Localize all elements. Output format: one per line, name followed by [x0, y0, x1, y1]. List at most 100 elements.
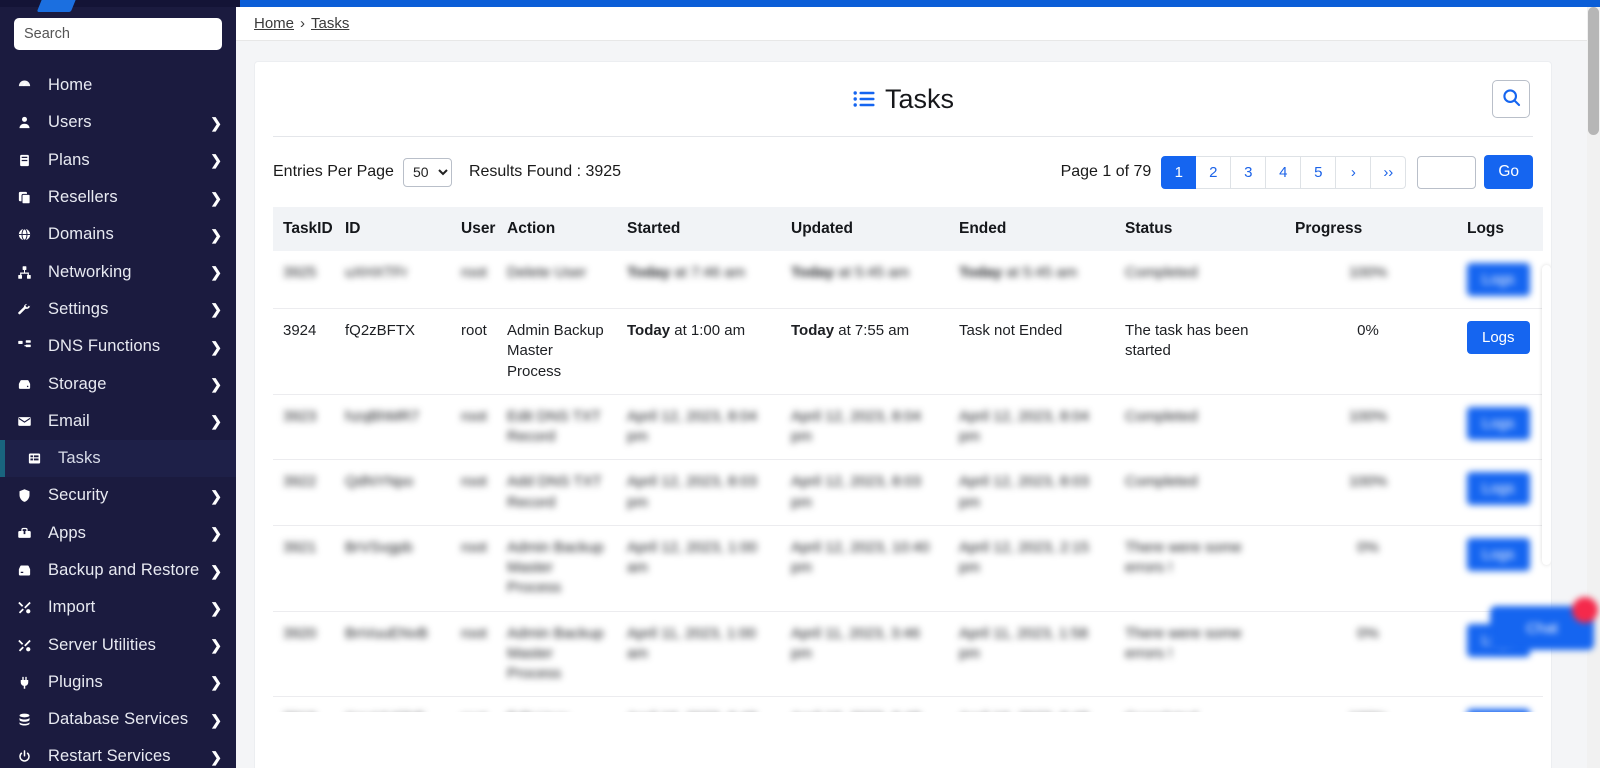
entries-per-page-select[interactable]: 102550100	[402, 157, 452, 187]
chevron-right-icon: ❯	[210, 376, 222, 393]
sidebar-item-home[interactable]: Home	[0, 67, 236, 104]
sidebar-item-plugins[interactable]: Plugins ❯	[0, 664, 236, 701]
sidebar-nav: Home Users ❯ Plans ❯ Resellers ❯ Domains ❯ Networ…	[0, 67, 236, 768]
breadcrumb-item-tasks[interactable]: Tasks	[311, 15, 349, 32]
cell-id: XqwVUObE	[335, 696, 451, 712]
card-header: Tasks	[255, 62, 1551, 136]
sidebar-item-users[interactable]: Users ❯	[0, 104, 236, 141]
sidebar-item-plans[interactable]: Plans ❯	[0, 142, 236, 179]
sidebar-item-label: DNS Functions	[48, 337, 161, 356]
chevron-right-icon: ❯	[210, 152, 222, 169]
sidebar-item-networking[interactable]: Networking ❯	[0, 253, 236, 290]
sidebar-item-backup-and-restore[interactable]: Backup and Restore ❯	[0, 552, 236, 589]
progress-percent: 100%	[1348, 264, 1388, 281]
cell-user: root	[451, 459, 497, 526]
chevron-right-icon: ❯	[210, 599, 222, 616]
table-row: 3925 uXHXTFr root Delete User Today at 7:46 …	[273, 251, 1543, 309]
sidebar-item-server-utilities[interactable]: Server Utilities ❯	[0, 626, 236, 663]
search-icon-button[interactable]	[1492, 80, 1530, 118]
sidebar-item-domains[interactable]: Domains ❯	[0, 216, 236, 253]
cell-updated: Today at 7:55 am	[781, 308, 949, 395]
table-row: 3921 BrVSvgpb root Admin Backup Master Proc…	[273, 524, 1543, 611]
cell-taskid: 3919	[273, 696, 335, 712]
pagination-page-1[interactable]: 1	[1161, 155, 1197, 189]
sidebar-item-resellers[interactable]: Resellers ❯	[0, 179, 236, 216]
chevron-right-icon: ❯	[210, 114, 222, 131]
cell-taskid: 3925	[283, 264, 317, 281]
cell-action: Admin Backup Master Process	[497, 524, 617, 611]
page-scrollbar[interactable]	[1587, 7, 1600, 768]
table-scrollbar-thumb[interactable]	[1542, 265, 1551, 565]
go-button[interactable]: Go	[1484, 155, 1533, 189]
sidebar-item-email[interactable]: Email ❯	[0, 403, 236, 440]
breadcrumb: Home › Tasks	[236, 7, 1587, 41]
updated-value: April 11, 2023, 3:46 pm	[791, 624, 920, 662]
sidebar-item-import[interactable]: Import ❯	[0, 589, 236, 626]
table-row: 3923 hzqBhMR7 root Edit DNS TXT Record April…	[273, 393, 1543, 460]
cell-updated: April 10, 2023, 6:48 pm	[781, 696, 949, 712]
pagination-page-next[interactable]: ›	[1336, 155, 1372, 189]
sidebar-item-storage[interactable]: Storage ❯	[0, 365, 236, 402]
logs-button[interactable]: Logs	[1467, 472, 1530, 506]
sidebar-item-label: Home	[48, 76, 93, 95]
pagination-page-5[interactable]: 5	[1301, 155, 1337, 189]
chevron-right-icon: ❯	[210, 711, 222, 728]
search-input[interactable]	[14, 18, 222, 50]
logs-button[interactable]: Logs	[1467, 406, 1530, 440]
logs-button[interactable]: Logs	[1467, 263, 1530, 296]
chevron-right-icon: ❯	[210, 413, 222, 430]
loading-bar-dark-segment	[0, 0, 240, 7]
cell-taskid: 3920	[273, 610, 335, 697]
dns-tree-icon	[17, 339, 39, 354]
pagination-page-2[interactable]: 2	[1196, 155, 1232, 189]
pagination-page-last[interactable]: ››	[1371, 155, 1407, 189]
cell-action: Add DNS TXT Record	[497, 459, 617, 526]
chevron-right-icon: ❯	[210, 264, 222, 281]
pagination-page-3[interactable]: 3	[1231, 155, 1267, 189]
progress-percent: 0%	[1357, 538, 1379, 556]
pagination: 1 2 3 4 5 › ››	[1161, 155, 1407, 189]
envelope-icon	[17, 414, 39, 429]
started-value: April 11, 2023, 1:00 am	[627, 624, 756, 662]
chat-widget[interactable]: Chat	[1490, 597, 1598, 650]
cell-progress: 100%	[1285, 459, 1457, 526]
sidebar-item-apps[interactable]: Apps ❯	[0, 515, 236, 552]
sidebar-item-restart-services[interactable]: Restart Services ❯	[0, 738, 236, 768]
cell-updated: April 12, 2023, 8:03 pm	[781, 459, 949, 526]
cell-id: hzqBhMR7	[335, 393, 451, 460]
ended-value: April 12, 2023, 2:15 pm	[959, 538, 1090, 576]
cell-taskid: 3922	[273, 459, 335, 526]
logs-button[interactable]: Logs	[1467, 537, 1530, 571]
started-value: April 12, 2023, 8:04 pm	[627, 407, 758, 445]
pagination-page-4[interactable]: 4	[1266, 155, 1302, 189]
column-header-logs: Logs	[1457, 207, 1543, 251]
cell-status: Completed	[1115, 696, 1285, 712]
table-header-row: TaskID ID User Action Started Updated Ended Sta…	[273, 207, 1543, 251]
breadcrumb-item-home[interactable]: Home	[254, 15, 294, 32]
cell-action: Delete User	[507, 264, 587, 281]
tasks-table-wrapper: TaskID ID User Action Started Updated Ended Sta…	[255, 207, 1551, 712]
sidebar-search-wrapper	[0, 7, 236, 50]
page-jump-input[interactable]	[1417, 155, 1477, 189]
sidebar-item-security[interactable]: Security ❯	[0, 477, 236, 514]
cell-user: root	[451, 393, 497, 460]
page-scrollbar-thumb[interactable]	[1588, 7, 1599, 135]
cell-status: The task has been started	[1115, 308, 1285, 395]
cell-logs: Logs	[1457, 696, 1543, 712]
sidebar-item-settings[interactable]: Settings ❯	[0, 291, 236, 328]
logs-button[interactable]: Logs	[1467, 321, 1530, 354]
column-header-started: Started	[617, 207, 781, 251]
column-header-ended: Ended	[949, 207, 1115, 251]
breadcrumb-separator: ›	[300, 15, 306, 32]
sidebar-item-dns-functions[interactable]: DNS Functions ❯	[0, 328, 236, 365]
toolbar-left-group: Entries Per Page 102550100 Results Found…	[273, 157, 621, 187]
sidebar-item-database-services[interactable]: Database Services ❯	[0, 701, 236, 738]
sidebar-item-tasks[interactable]: Tasks	[0, 439, 236, 478]
ended-value: April 10, 2023, 6:48 pm	[959, 710, 1089, 712]
column-header-status: Status	[1115, 207, 1285, 251]
sidebar-item-label: Email	[48, 411, 90, 430]
cell-action: Admin Backup Master Process	[497, 308, 617, 395]
column-header-id: ID	[335, 207, 451, 251]
logs-button[interactable]: Logs	[1467, 709, 1530, 712]
cell-status: There were some errors !	[1115, 610, 1285, 697]
